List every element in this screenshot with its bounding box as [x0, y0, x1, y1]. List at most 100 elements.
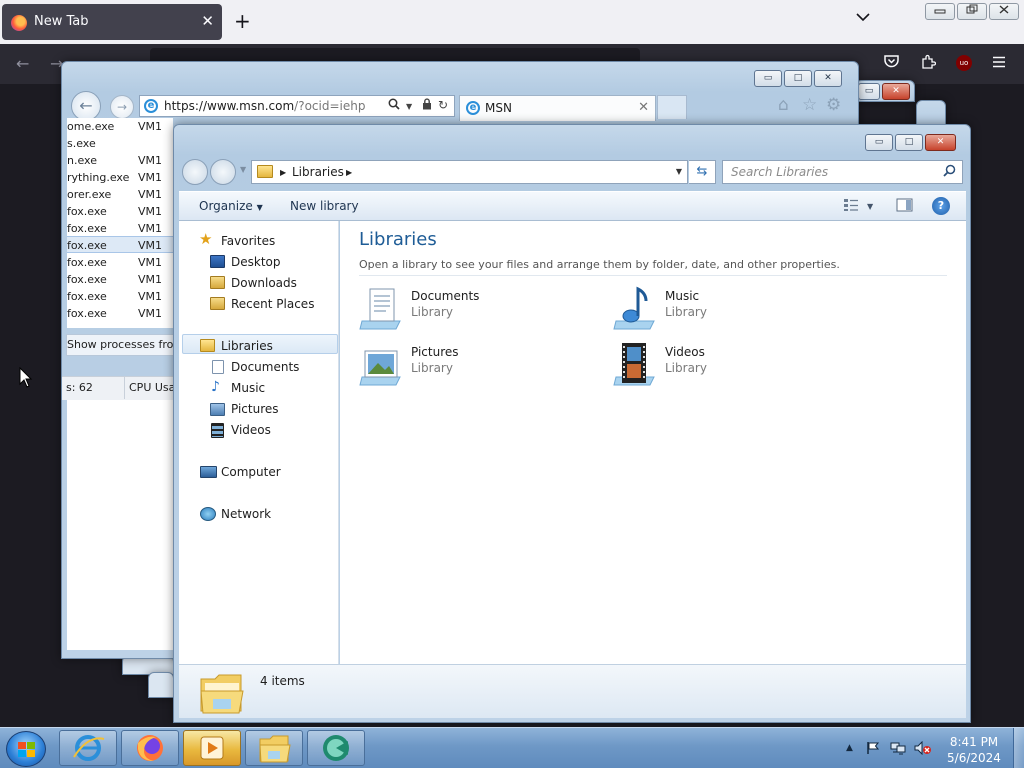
preview-pane-icon[interactable]	[896, 198, 913, 216]
show-desktop-button[interactable]	[1013, 728, 1024, 768]
back-arrow-icon[interactable]: ←	[16, 54, 29, 73]
library-item-documents[interactable]: Documents Library	[358, 283, 598, 333]
recent-places-icon	[210, 297, 225, 310]
videos-library-icon	[613, 343, 655, 386]
help-icon[interactable]: ?	[932, 197, 950, 215]
process-row[interactable]: fox.exe VM1	[67, 220, 173, 237]
music-library-icon	[613, 286, 655, 330]
tab-close-icon[interactable]: ✕	[201, 12, 214, 30]
show-hidden-icons-icon[interactable]: ▲	[846, 743, 853, 753]
process-row[interactable]: n.exe VM1	[67, 152, 173, 169]
nav-pictures[interactable]: Pictures	[231, 402, 279, 416]
taskbar: ▲ 8:41 PM 5/6/2024	[0, 727, 1024, 768]
new-tab-button[interactable]: +	[234, 9, 251, 33]
nav-music[interactable]: Music	[231, 381, 265, 395]
start-button[interactable]	[6, 731, 46, 767]
address-dropdown-icon[interactable]: ▼	[676, 167, 682, 176]
nav-computer[interactable]: Computer	[221, 465, 281, 479]
task-manager-process-list: ome.exe VM1 s.exe n.exe VM1 rything.exe VM1…	[67, 118, 173, 328]
recent-pages-dropdown-icon[interactable]: ▼	[240, 165, 246, 174]
ie-tab-msn[interactable]: e MSN ✕	[459, 95, 656, 121]
minimize-icon[interactable]: ▭	[754, 70, 782, 87]
documents-library-icon	[359, 288, 401, 330]
view-options-dropdown-icon[interactable]: ▼	[867, 202, 873, 211]
process-row[interactable]: fox.exe VM1	[67, 305, 173, 322]
maximize-icon[interactable]: □	[895, 134, 923, 151]
ie-forward-button[interactable]: →	[110, 95, 134, 119]
nav-desktop[interactable]: Desktop	[231, 255, 281, 269]
nav-recent-places[interactable]: Recent Places	[231, 297, 314, 311]
library-item-music[interactable]: Music Library	[612, 283, 852, 333]
library-item-pictures[interactable]: Pictures Library	[358, 339, 598, 389]
gear-icon[interactable]: ⚙	[826, 95, 841, 115]
nav-documents[interactable]: Documents	[231, 360, 299, 374]
taskbar-internet-explorer[interactable]	[59, 730, 117, 766]
search-icon[interactable]	[943, 164, 956, 180]
maximize-icon[interactable]: □	[784, 70, 812, 87]
dropdown-arrow-icon[interactable]: ▼	[406, 102, 412, 111]
close-icon[interactable]: ✕	[814, 70, 842, 87]
process-row[interactable]: orer.exe VM1	[67, 186, 173, 203]
system-clock[interactable]: 8:41 PM 5/6/2024	[944, 734, 1004, 766]
process-row[interactable]: rything.exe VM1	[67, 169, 173, 186]
ublock-origin-icon[interactable]: uo	[956, 55, 972, 71]
tab-close-icon[interactable]: ✕	[638, 100, 649, 115]
minimize-icon[interactable]: ▭	[865, 134, 893, 151]
process-row[interactable]: fox.exe VM1	[67, 271, 173, 288]
process-row[interactable]: ome.exe VM1	[67, 118, 173, 135]
breadcrumb-arrow-icon[interactable]: ▶	[346, 168, 352, 177]
refresh-icon[interactable]: ⇆	[689, 160, 716, 184]
breadcrumb-libraries[interactable]: Libraries	[292, 165, 344, 179]
nav-network[interactable]: Network	[221, 507, 271, 521]
taskbar-ccleaner[interactable]	[307, 730, 365, 766]
process-row-selected[interactable]: fox.exe VM1	[67, 236, 173, 253]
pocket-icon[interactable]	[884, 54, 899, 72]
taskbar-windows-explorer[interactable]	[245, 730, 303, 766]
close-icon[interactable]: ✕	[925, 134, 956, 151]
network-status-icon[interactable]	[890, 741, 906, 759]
windows-explorer-icon	[259, 735, 291, 763]
nav-favorites[interactable]: Favorites	[221, 234, 275, 248]
action-center-flag-icon[interactable]	[866, 741, 880, 759]
organize-button[interactable]: Organize ▼	[199, 199, 263, 213]
pictures-icon	[210, 403, 225, 416]
process-row[interactable]: fox.exe VM1	[67, 254, 173, 271]
home-icon[interactable]: ⌂	[778, 95, 789, 115]
ie-new-tab-button[interactable]	[657, 95, 687, 119]
firefox-close-button[interactable]	[989, 3, 1019, 20]
search-input[interactable]: Search Libraries	[722, 160, 963, 184]
firefox-minimize-button[interactable]	[925, 3, 955, 20]
ie-back-button[interactable]: ←	[71, 91, 101, 121]
nav-libraries[interactable]: Libraries	[221, 339, 273, 353]
ie-address-bar[interactable]: e https://www.msn.com/?ocid=iehp ▼ ↻	[139, 95, 455, 117]
background-window-fragment-4	[148, 672, 174, 698]
library-item-videos[interactable]: Videos Library	[612, 339, 852, 389]
refresh-icon[interactable]: ↻	[438, 98, 448, 112]
favorites-star-icon[interactable]: ☆	[802, 95, 817, 115]
firefox-restore-button[interactable]	[957, 3, 987, 20]
change-view-icon[interactable]	[843, 198, 859, 216]
new-library-button[interactable]: New library	[290, 199, 359, 213]
process-row[interactable]: fox.exe VM1	[67, 288, 173, 305]
explorer-address-bar[interactable]: ▶ Libraries ▶ ▼	[251, 160, 688, 184]
firefox-tab-new-tab[interactable]: New Tab ✕	[2, 4, 222, 40]
nav-downloads[interactable]: Downloads	[231, 276, 297, 290]
nav-videos[interactable]: Videos	[231, 423, 271, 437]
taskbar-firefox[interactable]	[121, 730, 179, 766]
process-row[interactable]: s.exe	[67, 135, 173, 152]
breadcrumb-arrow-icon[interactable]: ▶	[280, 168, 286, 177]
process-row[interactable]: fox.exe VM1	[67, 203, 173, 220]
show-processes-button[interactable]: Show processes from	[66, 334, 174, 356]
search-icon[interactable]	[388, 98, 400, 113]
taskbar-media-player[interactable]	[183, 730, 241, 766]
firefox-tab-bar: New Tab ✕ +	[0, 0, 1024, 44]
explorer-back-button[interactable]	[182, 159, 208, 185]
explorer-forward-button[interactable]	[210, 159, 236, 185]
volume-muted-icon[interactable]	[914, 740, 932, 759]
list-all-tabs-button[interactable]	[856, 10, 870, 26]
minimize-icon[interactable]: ▭	[858, 83, 880, 100]
hamburger-menu-icon[interactable]	[992, 54, 1006, 72]
lock-icon[interactable]	[422, 98, 432, 113]
close-icon[interactable]: ✕	[882, 83, 910, 100]
extensions-puzzle-icon[interactable]	[921, 54, 937, 73]
